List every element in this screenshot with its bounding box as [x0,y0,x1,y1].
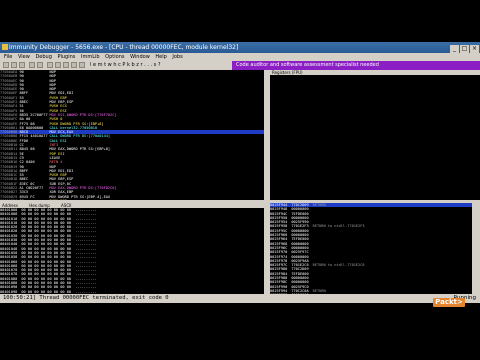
close-debug-icon[interactable] [19,62,25,68]
stack-value: 770C2D09 [291,267,309,272]
execute-till-return-icon[interactable] [79,62,85,68]
dump-hex: 00 00 00 00 00 00 00 00 [21,255,72,260]
cpu-disassembly-pane[interactable]: 77050AEA 90 NOP 77050AEB 90 NOP 77050AEC 90 N… [0,70,264,200]
window-title: Immunity Debugger - 5656.exe - [CPU - th… [9,44,239,51]
status-message: 100:50:21] Thread 00000FEC terminated, e… [3,295,169,301]
trace-into-icon[interactable] [63,62,69,68]
dump-ascii: .......... [75,212,97,217]
run-icon[interactable] [29,62,35,68]
menu-immlib[interactable]: ImmLib [81,54,100,60]
stack-value: 0025F97C [291,250,309,255]
dump-ascii: .......... [75,259,97,264]
dump-hex: 00 00 00 00 00 00 00 00 [21,216,72,221]
dump-scrollbar[interactable] [264,203,269,294]
restart-icon[interactable] [11,62,17,68]
stack-comment: RETURN to ntdll.7701E2C6 [312,263,365,268]
memory-dump-pane[interactable]: Address Hex dump ASCII 00401000 00 00 00 … [0,203,264,294]
stack-value: 7701E2F3 [291,224,309,229]
menu-help[interactable]: Help [155,54,166,60]
status-bar: 100:50:21] Thread 00000FEC terminated, e… [0,294,480,303]
menu-plugins[interactable]: Plugins [57,54,75,60]
pause-icon[interactable] [37,62,43,68]
dump-hex: 00 00 00 00 00 00 00 00 [21,242,72,247]
dump-hex: 00 00 00 00 00 00 00 00 [21,212,72,217]
open-icon[interactable] [3,62,9,68]
dump-ascii: .......... [75,229,97,234]
dump-ascii: .......... [75,216,97,221]
menu-jobs[interactable]: Jobs [172,54,182,60]
stack-value: 00000000 [291,280,309,285]
menu-view[interactable]: View [18,54,30,60]
menu-options[interactable]: Options [105,54,124,60]
stack-comment: RETURN to ntdll.7701E2F3 [312,224,365,229]
maximize-button[interactable]: □ [460,45,469,53]
dump-hex: 00 00 00 00 00 00 00 00 [21,259,72,264]
stack-comment: RETURN [312,203,326,207]
immunity-debugger-window: Immunity Debugger - 5656.exe - [CPU - th… [0,42,480,303]
close-button[interactable]: × [470,45,479,53]
dump-hex: 00 00 00 00 00 00 00 00 [21,285,72,290]
step-over-icon[interactable] [55,62,61,68]
dump-hex: 00 00 00 00 00 00 00 00 [21,272,72,277]
ad-banner[interactable]: Code auditor and software assessment spe… [232,61,480,70]
cpu-scrollbar[interactable] [264,70,269,200]
stack-value: 00000000 [291,254,309,259]
window-shortcut-letters[interactable]: l e m t w h c P k b z r . . . s ? [90,61,161,70]
dump-ascii: .......... [75,285,97,290]
packt-logo: Packt> [433,298,465,307]
registers-pane[interactable]: Registers (FPU) [270,70,480,200]
stack-value: 00000000 [291,207,309,212]
stack-scrollbar[interactable] [472,203,480,294]
menu-bar: File View Debug Plugins ImmLib Options W… [0,53,480,61]
dump-hex: 00 00 00 00 00 00 00 00 [21,229,72,234]
title-bar: Immunity Debugger - 5656.exe - [CPU - th… [0,42,480,53]
dump-ascii: .......... [75,272,97,277]
stack-comment: RETURN [312,288,326,293]
minimize-button[interactable]: _ [450,45,459,53]
menu-window[interactable]: Window [130,54,150,60]
stack-value: 7EFDE000 [291,211,309,216]
step-into-icon[interactable] [47,62,53,68]
registers-header: Registers (FPU) [270,70,480,75]
dump-ascii: .......... [75,255,97,260]
menu-file[interactable]: File [4,54,12,60]
dump-ascii: .......... [75,242,97,247]
app-icon [2,44,8,50]
registers-title: Registers (FPU) [272,70,303,75]
menu-debug[interactable]: Debug [35,54,51,60]
stack-value: 7EFDE000 [291,237,309,242]
trace-over-icon[interactable] [71,62,77,68]
stack-pane[interactable]: 0025F944 770C2D09 RETURN 0025F948 00000000 00… [270,203,472,294]
